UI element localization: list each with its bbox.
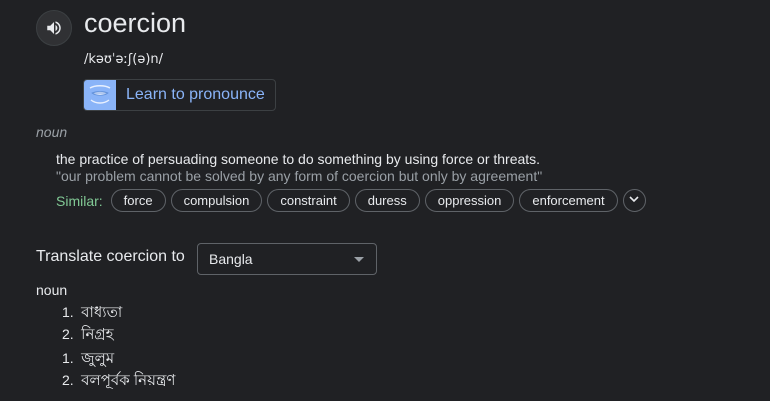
- translation-number: 1.: [62, 350, 74, 366]
- caret-down-icon: [354, 256, 364, 262]
- similar-label: Similar:: [56, 192, 103, 209]
- similar-chip-compulsion[interactable]: compulsion: [170, 189, 263, 212]
- show-more-similar-button[interactable]: [622, 189, 646, 212]
- translation-item: 2. নিগ্রহ: [62, 323, 122, 345]
- similar-chip-duress[interactable]: duress: [354, 189, 420, 212]
- translation-text: জুলুম: [81, 350, 115, 367]
- translation-text: বলপূর্বক নিয়ন্ত্রণ: [81, 372, 176, 389]
- similar-words-row: Similar: force compulsion constraint dur…: [56, 188, 646, 213]
- language-select-value: Bangla: [209, 251, 253, 267]
- definition-text: the practice of persuading someone to do…: [56, 151, 541, 167]
- similar-chip-oppression[interactable]: oppression: [424, 189, 515, 212]
- similar-chip-constraint[interactable]: constraint: [267, 189, 350, 212]
- translation-item: 1. জুলুম: [62, 347, 175, 369]
- translation-text: নিগ্রহ: [81, 326, 114, 343]
- translation-part-of-speech: noun: [36, 282, 68, 298]
- similar-chip-enforcement[interactable]: enforcement: [519, 189, 618, 212]
- translation-number: 1.: [62, 304, 74, 320]
- dictionary-card: coercion /kəʊˈəːʃ(ə)n/ Learn to pronounc…: [0, 0, 770, 401]
- translation-group: 1. জুলুম 2. বলপূর্বক নিয়ন্ত্রণ: [62, 347, 175, 391]
- language-select[interactable]: Bangla: [197, 243, 377, 275]
- translation-item: 2. বলপূর্বক নিয়ন্ত্রণ: [62, 369, 175, 391]
- speaker-icon: [45, 19, 63, 37]
- example-sentence: "our problem cannot be solved by any for…: [56, 168, 543, 184]
- translation-group: 1. বাধ্যতা 2. নিগ্রহ: [62, 301, 122, 345]
- chevron-down-icon: [628, 192, 640, 210]
- part-of-speech: noun: [36, 124, 68, 140]
- similar-chip-force[interactable]: force: [110, 189, 166, 212]
- learn-to-pronounce-button[interactable]: Learn to pronounce: [83, 79, 276, 111]
- learn-to-pronounce-label: Learn to pronounce: [126, 86, 265, 103]
- translation-item: 1. বাধ্যতা: [62, 301, 122, 323]
- mouth-icon: [84, 80, 116, 110]
- translation-text: বাধ্যতা: [81, 304, 123, 321]
- phonetic-spelling: /kəʊˈəːʃ(ə)n/: [84, 52, 164, 67]
- translate-label: Translate coercion to: [36, 248, 185, 265]
- translation-number: 2.: [62, 326, 74, 342]
- headword: coercion: [84, 8, 187, 38]
- translation-number: 2.: [62, 372, 74, 388]
- pronounce-audio-button[interactable]: [36, 10, 72, 46]
